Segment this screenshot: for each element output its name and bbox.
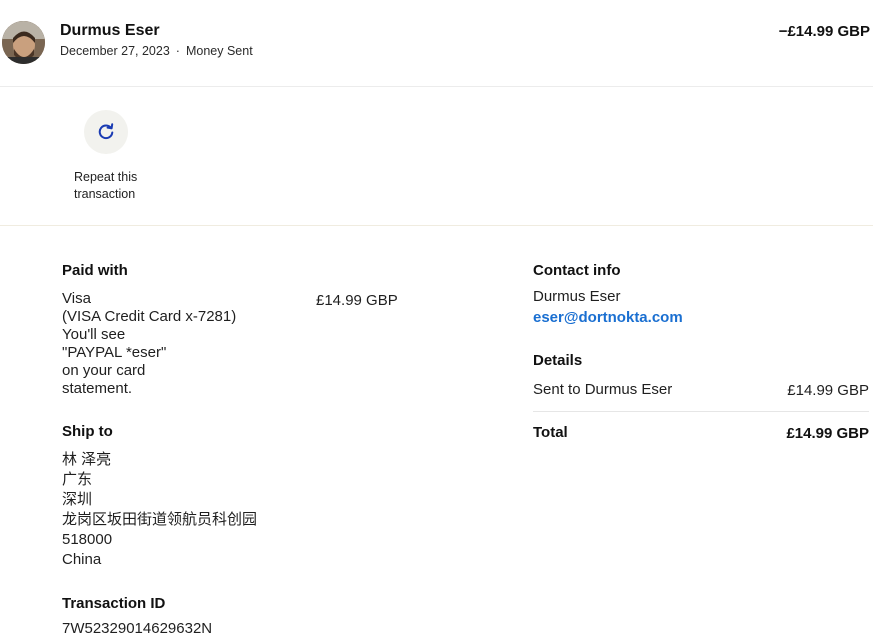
- contact-info-heading: Contact info: [533, 262, 621, 279]
- card-description: (VISA Credit Card x-7281): [62, 308, 237, 325]
- paid-with-details: Visa (VISA Credit Card x-7281) You'll se…: [62, 290, 236, 398]
- contact-name: Durmus Eser: [533, 288, 621, 305]
- address-line: 深圳: [62, 491, 93, 508]
- repeat-transaction-button[interactable]: [84, 110, 128, 154]
- transaction-type: Money Sent: [185, 44, 253, 58]
- transaction-id: 7W52329014629632N: [62, 620, 213, 637]
- address-line: 龙岗区坂田街道领航员科创园: [62, 511, 258, 528]
- details-divider: [533, 411, 869, 412]
- transaction-header: Durmus Eser December 27, 2023 · Money Sent…: [0, 0, 873, 87]
- paid-with-heading: Paid with: [62, 262, 128, 279]
- payment-method: Visa: [62, 290, 91, 307]
- shipping-address: 林 泽亮 广东 深圳 龙岗区坂田街道领航员科创园 518000 China: [62, 450, 257, 570]
- address-line: 518000: [62, 531, 113, 548]
- sent-to-label: Sent to Durmus Eser: [533, 381, 673, 398]
- address-line: 林 泽亮: [62, 451, 112, 468]
- transaction-date: December 27, 2023: [60, 44, 170, 58]
- total-label: Total: [533, 424, 568, 441]
- refresh-icon: [98, 123, 114, 140]
- avatar-photo-icon: [2, 21, 45, 64]
- transaction-amount: −£14.99 GBP: [778, 23, 870, 40]
- statement-note-line: on your card: [62, 362, 146, 379]
- action-area: Repeat this transaction: [0, 88, 873, 226]
- transaction-id-heading: Transaction ID: [62, 595, 166, 612]
- ship-to-heading: Ship to: [62, 423, 113, 440]
- address-line: 广东: [62, 471, 93, 488]
- repeat-transaction-label[interactable]: Repeat this transaction: [74, 169, 154, 203]
- statement-note-line: You'll see: [62, 326, 126, 343]
- sent-amount: £14.99 GBP: [787, 382, 869, 399]
- counterparty-name: Durmus Eser: [60, 22, 160, 39]
- total-amount: £14.99 GBP: [786, 425, 869, 442]
- transaction-meta: December 27, 2023 · Money Sent: [60, 44, 253, 58]
- paid-amount: £14.99 GBP: [316, 292, 398, 309]
- contact-email-link[interactable]: eser@dortnokta.com: [533, 309, 683, 327]
- statement-note-line: statement.: [62, 380, 133, 397]
- address-line: China: [62, 551, 102, 568]
- statement-note-line: "PAYPAL *eser": [62, 344, 167, 361]
- details-heading: Details: [533, 352, 583, 369]
- avatar: [2, 21, 45, 64]
- meta-separator: ·: [175, 44, 180, 58]
